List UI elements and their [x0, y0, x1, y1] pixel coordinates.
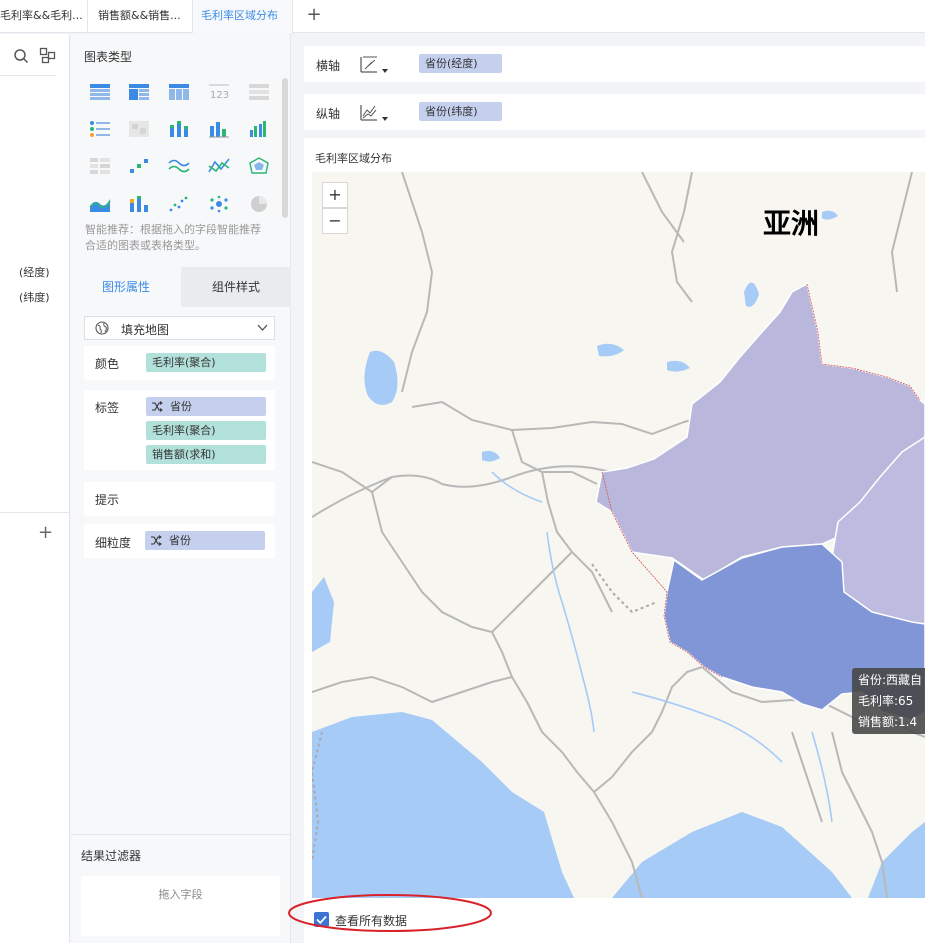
dot-list-icon[interactable]	[89, 120, 111, 138]
table-icon[interactable]	[89, 83, 111, 101]
filter-drop-zone[interactable]: 拖入字段	[81, 876, 280, 936]
zoom-in-button[interactable]: +	[322, 182, 348, 208]
tab-component-style[interactable]: 组件样式	[181, 267, 291, 307]
combo-line-icon[interactable]	[208, 157, 230, 175]
add-tab-button[interactable]: +	[304, 6, 324, 26]
filled-map[interactable]: + − 亚洲 省份:西藏自 毛利率:65 销售额:1.4	[312, 172, 925, 898]
tooltip-margin: 毛利率:65	[858, 694, 914, 708]
pill-label: 省份	[170, 400, 192, 413]
svg-text:123: 123	[210, 90, 229, 101]
color-field-pill[interactable]: 毛利率(聚合)	[146, 353, 266, 372]
stacked-column-icon[interactable]	[128, 195, 150, 213]
label-field-sales[interactable]: 销售额(求和)	[146, 445, 266, 464]
bar-chart-icon[interactable]	[208, 120, 230, 138]
label-field-margin[interactable]: 毛利率(聚合)	[146, 421, 266, 440]
divider	[0, 75, 56, 76]
field-longitude[interactable]: (经度)	[19, 264, 50, 280]
y-axis-field-pill[interactable]: 省份(纬度)	[419, 102, 502, 121]
divider	[71, 834, 291, 835]
tab-margin-region[interactable]: 毛利率区域分布	[193, 0, 293, 33]
search-icon[interactable]	[13, 48, 29, 64]
grouped-bar-icon[interactable]	[248, 120, 270, 138]
y-axis-type-icon[interactable]	[359, 102, 393, 124]
map-tooltip: 省份:西藏自 毛利率:65 销售额:1.4	[852, 668, 925, 734]
map-type-value: 填充地图	[121, 323, 170, 337]
scatter-plot-icon[interactable]	[168, 195, 190, 213]
globe-icon	[95, 321, 109, 335]
main-area: 横轴 省份(经度) 纵轴 省份(纬度) 毛利率区域分布 + − 亚洲 省份:西藏…	[288, 34, 925, 943]
label-label: 标签	[95, 401, 120, 415]
map-type-select[interactable]: 填充地图	[84, 316, 275, 340]
highlight-ellipse	[288, 894, 492, 932]
y-axis-row[interactable]: 纵轴 省份(纬度)	[304, 94, 925, 130]
stacked-bar-icon[interactable]	[168, 120, 190, 138]
chevron-down-icon	[257, 324, 268, 331]
tooltip-sales: 销售额:1.4	[858, 715, 918, 729]
granularity-property[interactable]: 细粒度 省份	[84, 524, 275, 558]
shuffle-icon	[152, 401, 163, 412]
chart-type-title: 图表类型	[84, 50, 133, 64]
tab-bar: 毛利率&&毛利... 销售额&&销售... 毛利率区域分布 +	[0, 0, 925, 33]
chart-title: 毛利率区域分布	[315, 152, 392, 165]
x-axis-label: 横轴	[316, 59, 341, 73]
x-axis-row[interactable]: 横轴 省份(经度)	[304, 46, 925, 82]
tab-sales[interactable]: 销售额&&销售...	[88, 0, 193, 33]
shuffle-icon	[151, 535, 162, 546]
x-axis-type-icon[interactable]	[359, 54, 393, 76]
y-axis-label: 纵轴	[316, 107, 341, 121]
continent-label: 亚洲	[763, 207, 820, 240]
heatmap-icon[interactable]	[128, 120, 150, 138]
smart-recommend-hint: 智能推荐：根据拖入的字段智能推荐合适的图表或表格类型。	[85, 223, 261, 252]
line-chart-icon[interactable]	[168, 157, 190, 175]
radar-chart-icon[interactable]	[248, 157, 270, 175]
color-property[interactable]: 颜色 毛利率(聚合)	[84, 346, 275, 380]
divider	[0, 512, 70, 513]
granularity-label: 细粒度	[95, 536, 132, 550]
field-list-panel: (经度) (纬度) +	[0, 34, 70, 943]
map-canvas	[312, 172, 925, 898]
cross-table-icon[interactable]	[168, 83, 190, 101]
tooltip-label: 提示	[95, 493, 120, 507]
label-property[interactable]: 标签 省份 毛利率(聚合) 销售额(求和)	[84, 390, 275, 470]
label-field-province[interactable]: 省份	[146, 397, 266, 416]
color-label: 颜色	[95, 357, 120, 371]
horizontal-table-icon[interactable]	[89, 157, 111, 175]
tab-shape-properties[interactable]: 图形属性	[71, 267, 181, 307]
tab-margin-profit[interactable]: 毛利率&&毛利...	[0, 0, 88, 33]
field-switch-icon[interactable]	[39, 47, 56, 64]
x-axis-field-pill[interactable]: 省份(经度)	[419, 54, 502, 73]
pill-label: 省份	[169, 534, 191, 547]
tab-label: 毛利率区域分布	[201, 9, 278, 22]
area-chart-icon[interactable]	[89, 195, 111, 213]
chart-card: 毛利率区域分布 + − 亚洲 省份:西藏自 毛利率:65 销售额:1.4	[304, 138, 925, 943]
scatter-step-icon[interactable]	[128, 157, 150, 175]
granularity-field-pill[interactable]: 省份	[145, 531, 265, 550]
zoom-out-button[interactable]: −	[322, 208, 348, 234]
pie-chart-icon[interactable]	[248, 195, 270, 213]
field-latitude[interactable]: (纬度)	[19, 289, 50, 305]
kpi-number-icon[interactable]: 123	[208, 83, 230, 101]
add-field-button[interactable]: +	[38, 522, 53, 543]
tooltip-property[interactable]: 提示	[84, 482, 275, 516]
tab-label: 毛利率&&毛利...	[0, 9, 83, 22]
detail-list-icon[interactable]	[248, 83, 270, 101]
bubble-chart-icon[interactable]	[208, 195, 230, 213]
chart-config-panel: 图表类型 123 智能推荐：根据拖入的字段智能推荐合适的图表或表格类型。 图形属…	[71, 34, 291, 943]
grouped-table-icon[interactable]	[128, 83, 150, 101]
tab-label: 销售额&&销售...	[98, 9, 181, 22]
tooltip-province: 省份:西藏自	[858, 673, 923, 687]
chart-type-scrollbar[interactable]	[282, 78, 288, 218]
result-filter-title: 结果过滤器	[81, 849, 142, 863]
